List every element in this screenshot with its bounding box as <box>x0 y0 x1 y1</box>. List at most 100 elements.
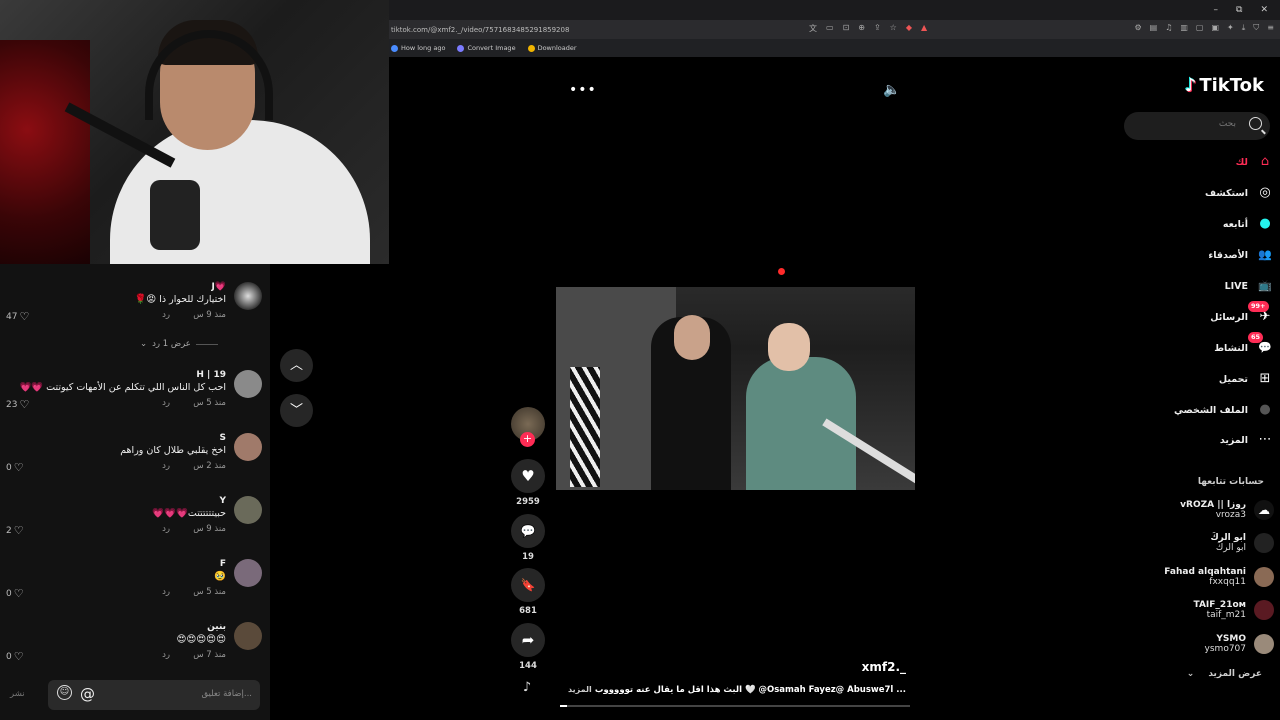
heart-outline-icon[interactable]: ♡ <box>14 524 24 537</box>
nav-profile[interactable]: الملف الشخصي ● <box>1174 398 1274 422</box>
bookmark-downloader[interactable]: Downloader <box>527 44 577 52</box>
panel-icon[interactable]: ▥ <box>1180 23 1188 33</box>
comment-username[interactable]: بنين <box>207 622 226 632</box>
search-input[interactable]: بحث <box>1124 112 1270 140</box>
comment-username[interactable]: J💗 <box>211 282 226 292</box>
video-author[interactable]: xmf2._ <box>862 660 906 674</box>
avatar[interactable] <box>234 370 262 398</box>
nav-friends[interactable]: الأصدقاء 👥 <box>1208 243 1274 267</box>
nav-live[interactable]: LIVE 📺 <box>1225 274 1274 298</box>
cast-icon[interactable]: ▭ <box>826 23 834 34</box>
translate-icon[interactable]: 文 <box>809 23 817 34</box>
minimize-button[interactable]: – <box>1214 5 1219 15</box>
comment-likes[interactable]: 0 ♡ <box>6 587 24 600</box>
following-account[interactable]: ابو الركَ ابو الركَ <box>1210 528 1274 558</box>
reply-button[interactable]: رد <box>162 650 170 660</box>
address-bar[interactable]: tiktok.com/@xmf2._/video/757168348529185… <box>389 20 1280 39</box>
zoom-icon[interactable]: ⊕ <box>858 23 865 34</box>
reply-button[interactable]: رد <box>162 461 170 471</box>
comment-likes[interactable]: 0 ♡ <box>6 461 24 474</box>
music-disc-icon[interactable]: ♪ <box>512 680 542 702</box>
comment-likes[interactable]: 47 ♡ <box>6 310 29 323</box>
bookmark-how-long-ago[interactable]: How long ago <box>391 44 445 52</box>
comment-username[interactable]: H | 19 <box>196 370 226 380</box>
nav-activity[interactable]: النشاط 💬 65 <box>1214 332 1274 360</box>
maximize-button[interactable]: ⧉ <box>1236 5 1242 15</box>
comment-button[interactable]: 💬 <box>511 514 545 548</box>
following-account[interactable]: YSMO ysmo707 <box>1205 629 1274 659</box>
download-icon[interactable]: ⤓ <box>1242 23 1246 33</box>
heart-outline-icon[interactable]: ♡ <box>14 587 24 600</box>
mention-icon[interactable]: @ <box>80 685 95 703</box>
url-text[interactable]: tiktok.com/@xmf2._/video/757168348529185… <box>391 26 569 34</box>
volume-icon[interactable]: 🔈 <box>883 82 900 98</box>
nav-upload[interactable]: تحميل ⊞ <box>1219 367 1274 391</box>
puzzle-icon[interactable]: ✦ <box>1227 23 1234 33</box>
more-options-icon[interactable]: ••• <box>569 82 597 98</box>
nav-for-you[interactable]: لك ⌂ <box>1236 150 1274 174</box>
previous-video-button[interactable]: ︿ <box>280 349 313 382</box>
share-page-icon[interactable]: ⇪ <box>874 23 881 34</box>
avatar[interactable] <box>234 559 262 587</box>
heart-outline-icon[interactable]: ♡ <box>19 398 29 411</box>
close-button[interactable]: ✕ <box>1260 5 1268 15</box>
comment-input[interactable]: ☺ @ إضافة تعليق... <box>48 680 260 710</box>
nav-following[interactable]: أتابعه ● <box>1223 212 1274 236</box>
reply-button[interactable]: رد <box>162 310 170 320</box>
following-account[interactable]: TAIF_21ᴏᴍ taif_m21 <box>1194 595 1274 625</box>
search-icon[interactable] <box>1249 117 1262 130</box>
shield-icon[interactable]: ◆ <box>906 23 912 34</box>
sidebar: ♪ TikTok بحث لك ⌂ استكشف ◎ أتابعه ● الأص… <box>1118 57 1280 720</box>
following-account[interactable]: Fahad alqahtani fxxqq11 <box>1164 562 1274 592</box>
view-replies[interactable]: ⌄ عرض 1 رد <box>140 339 218 349</box>
heart-outline-icon[interactable]: ♡ <box>19 310 29 323</box>
following-account[interactable]: vROZA || روزا vroza3 ☁ <box>1180 495 1274 525</box>
extension-icon[interactable]: ⚙ <box>1134 23 1141 33</box>
comment-username[interactable]: F <box>220 559 226 569</box>
reply-button[interactable]: رد <box>162 587 170 597</box>
bookmark-convert-image[interactable]: Convert Image <box>457 44 516 52</box>
like-button[interactable]: ♥ <box>511 459 545 493</box>
heart-outline-icon[interactable]: ♡ <box>14 461 24 474</box>
video-progress[interactable] <box>560 705 910 707</box>
star-icon[interactable]: ☆ <box>890 23 897 34</box>
install-icon[interactable]: ⊡ <box>843 23 850 34</box>
sidebar-icon[interactable]: ▤ <box>1150 23 1158 33</box>
emoji-icon[interactable]: ☺ <box>57 685 72 700</box>
comment-username[interactable]: S <box>220 433 226 443</box>
like-count: 2959 <box>516 497 540 507</box>
avatar[interactable] <box>234 496 262 524</box>
avatar[interactable] <box>234 622 262 650</box>
heart-outline-icon[interactable]: ♡ <box>14 650 24 663</box>
browser-chrome: – ⧉ ✕ tiktok.com/@xmf2._/video/757168348… <box>389 0 1280 57</box>
comment-likes[interactable]: 0 ♡ <box>6 650 24 663</box>
next-video-button[interactable]: ﹀ <box>280 394 313 427</box>
alert-icon[interactable]: ▲ <box>921 23 927 34</box>
nav-messages[interactable]: الرسائل ✈ 99+ <box>1210 301 1274 329</box>
share-button[interactable]: ➦ <box>511 623 545 657</box>
reply-button[interactable]: رد <box>162 398 170 408</box>
show-more-button[interactable]: ⌄ عرض المزيد <box>1187 669 1262 679</box>
post-button[interactable]: نشر <box>10 689 25 699</box>
profile-shield-icon[interactable]: ⛉ <box>1253 23 1259 33</box>
avatar[interactable] <box>234 433 262 461</box>
caption-more-button[interactable]: المزيد <box>568 685 592 694</box>
music-icon[interactable]: ♫ <box>1165 23 1172 33</box>
nav-more[interactable]: المزيد ⋯ <box>1220 428 1274 452</box>
menu-icon[interactable]: ≡ <box>1267 23 1274 33</box>
comment-username[interactable]: Y <box>219 496 226 506</box>
avatar[interactable] <box>234 282 262 310</box>
window-icon[interactable]: ▢ <box>1196 23 1204 33</box>
avatar <box>1254 533 1274 553</box>
comment-likes[interactable]: 2 ♡ <box>6 524 24 537</box>
video-jacket <box>570 367 600 487</box>
bookmark-button[interactable]: 🔖 <box>511 568 545 602</box>
comment-item: بنين 😍😍😍😍😍 منذ 7 س رد 0 ♡ <box>0 622 262 682</box>
video-player[interactable] <box>556 287 915 490</box>
tab-icon[interactable]: ▣ <box>1211 23 1219 33</box>
comment-likes[interactable]: 23 ♡ <box>6 398 29 411</box>
reply-button[interactable]: رد <box>162 524 170 534</box>
follow-plus-icon[interactable]: + <box>520 432 535 447</box>
nav-explore[interactable]: استكشف ◎ <box>1205 181 1274 205</box>
tiktok-logo[interactable]: ♪ TikTok <box>1185 75 1264 96</box>
